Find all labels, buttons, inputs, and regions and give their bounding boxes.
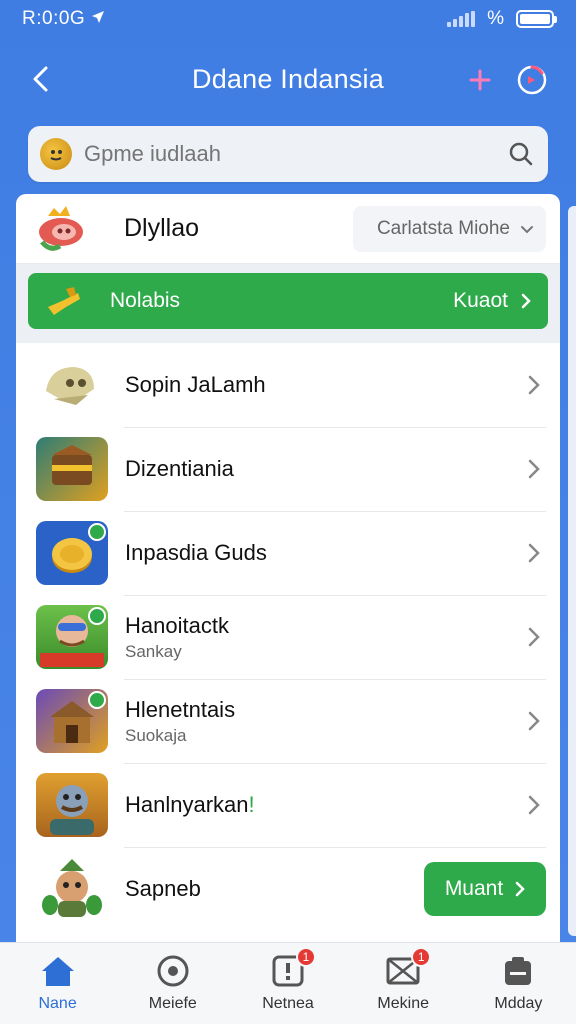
item-subtitle: Suokaja [125,725,187,745]
card-header: Dlyllao Carlatsta Miohe [16,194,560,264]
dropdown-value: Carlatsta Miohe [376,217,510,239]
badge-icon [88,523,106,541]
card-header-title: Dlyllao [124,214,200,242]
nav-item-messages[interactable]: 1 Mekine [346,943,461,1024]
item-subtitle: Sankay [125,641,182,661]
item-text: Hlenetntais Suokaja [125,697,235,746]
game-list: Sopin JaLamh Dizentiania Inpasdia Guds H… [16,343,560,931]
coin-game-icon [36,521,108,585]
nav-label: Nane [38,995,77,1012]
item-title: Sapneb [125,876,201,901]
game-mascot-icon [40,138,72,170]
item-title: Hlenetntais [125,696,236,722]
chest-game-icon [36,437,108,501]
add-button[interactable] [462,62,498,98]
item-text: Hanoitactk Sankay [125,613,229,662]
banner-action-button[interactable]: Kuaot [453,289,532,313]
item-title: Hanlnyarkan! [125,792,255,817]
nav-item-explore[interactable]: Meiefe [115,943,230,1024]
item-title: Dizentiania [125,456,234,481]
list-item[interactable]: Dizentiania [16,427,560,511]
nav-label: Mdday [494,995,543,1012]
list-item[interactable]: Inpasdia Guds [16,511,560,595]
mail-icon: 1 [385,947,432,989]
chevron-right-icon [515,881,525,897]
chevron-right-icon [522,709,546,733]
item-text: Sopin JaLamh [125,372,266,398]
item-title: Inpasdia Guds [125,540,267,565]
banner-action-label: Kuaot [453,289,508,312]
featured-banner[interactable]: Nolabis Kuaot [28,273,548,329]
bottom-nav: Nane Meiefe 1 Netnea 1 Mekine Mdday [0,942,576,1024]
dragon-game-icon [34,202,88,256]
list-item[interactable]: Hanoitactk Sankay [16,595,560,679]
alert-box-icon: 1 [270,947,316,989]
chevron-right-icon [522,457,546,481]
nav-label: Mekine [377,995,429,1012]
item-text: Inpasdia Guds [125,540,267,566]
chevron-right-icon [522,541,546,565]
item-title: Sopin JaLamh [125,372,266,397]
castle-game-icon [36,689,108,753]
nav-item-alerts[interactable]: 1 Netnea [230,943,345,1024]
warrior-game-icon [36,773,108,837]
nav-label: Meiefe [148,995,197,1012]
home-icon [40,953,76,989]
search-icon[interactable] [506,139,536,169]
list-item[interactable]: Sopin JaLamh [16,343,560,427]
chevron-right-icon [521,293,531,309]
install-button-label: Muant [444,877,504,900]
skull-game-icon [36,353,108,417]
plus-icon [469,69,491,91]
search-bar[interactable] [28,126,548,182]
network-indicator: % [487,8,504,29]
list-item[interactable]: Hlenetntais Suokaja [16,679,560,763]
sort-dropdown[interactable]: Carlatsta Miohe [352,205,546,252]
banner-label: Nolabis [110,289,181,312]
status-time-group: R:0:0G [22,8,105,30]
chevron-right-icon [522,625,546,649]
clipboard-icon [500,953,536,989]
item-title: Hanoitactk [125,612,229,638]
item-text: Dizentiania [125,456,234,482]
nav-item-profile[interactable]: Mdday [461,943,576,1024]
chevron-right-icon [522,373,546,397]
character-game-icon [36,605,108,669]
item-text: Hanlnyarkan! [125,792,255,818]
status-time: R:0:0G [22,8,86,29]
next-card-edge [568,206,576,936]
gold-block-icon [44,281,84,321]
notification-badge: 1 [296,947,316,967]
banner-wrap: Nolabis Kuaot [16,264,560,343]
badge-icon [88,691,106,709]
refresh-circle-icon [517,65,547,95]
app-header: Ddane Indansia [0,50,576,108]
list-item[interactable]: Hanlnyarkan! [16,763,560,847]
status-bar: R:0:0G % [0,0,576,38]
nav-item-home[interactable]: Nane [0,943,115,1024]
chevron-right-icon [522,793,546,817]
goblin-game-icon [36,857,108,921]
badge-icon [88,607,106,625]
refresh-button[interactable] [514,62,550,98]
nav-label: Netnea [262,995,314,1012]
chevron-down-icon [521,225,533,233]
signal-icon [447,11,476,27]
games-card: Dlyllao Carlatsta Miohe Nolabis Kuaot So… [16,194,560,954]
status-right: % [447,8,557,30]
compass-icon [155,953,191,989]
notification-badge: 1 [411,947,432,967]
item-text: Sapneb [125,876,201,902]
battery-icon [516,10,557,28]
location-arrow-icon [91,8,105,30]
list-item[interactable]: Sapneb Muant [16,847,560,931]
search-input[interactable] [84,141,506,167]
install-button[interactable]: Muant [424,862,546,916]
